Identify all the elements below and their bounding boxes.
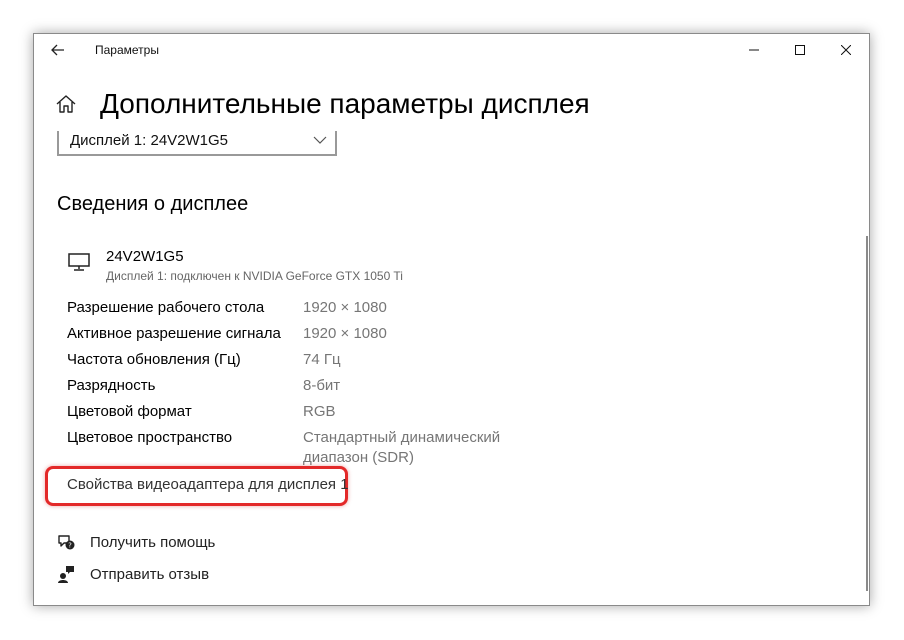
title-bar: Параметры <box>34 34 869 66</box>
close-icon <box>841 45 851 55</box>
info-value-bit-depth: 8-бит <box>303 377 341 394</box>
info-value-color-space-line1: Стандартный динамический <box>303 429 501 446</box>
page-title: Дополнительные параметры дисплея <box>100 88 590 119</box>
section-title: Сведения о дисплее <box>57 193 249 215</box>
home-button[interactable] <box>55 93 79 117</box>
display-select[interactable]: Дисплей 1: 24V2W1G5 <box>57 131 337 156</box>
home-icon <box>56 95 76 113</box>
info-value-desktop-resolution: 1920 × 1080 <box>303 299 387 316</box>
get-help-link[interactable]: ? Получить помощь <box>56 531 215 553</box>
close-button[interactable] <box>823 34 869 66</box>
svg-text:?: ? <box>68 542 72 550</box>
maximize-button[interactable] <box>777 34 823 66</box>
info-label-bit-depth: Разрядность <box>67 377 156 394</box>
maximize-icon <box>795 45 805 55</box>
info-label-color-format: Цветовой формат <box>67 403 192 420</box>
minimize-icon <box>749 49 759 51</box>
info-value-signal-resolution: 1920 × 1080 <box>303 325 387 342</box>
info-value-color-space-line2: диапазон (SDR) <box>303 449 414 466</box>
info-value-color-space: Стандартный динамический диапазон (SDR) <box>303 428 500 468</box>
monitor-name: 24V2W1G5 <box>106 248 184 265</box>
info-label-signal-resolution: Активное разрешение сигнала <box>67 325 281 342</box>
help-chat-icon: ? <box>56 532 76 552</box>
display-select-value: Дисплей 1: 24V2W1G5 <box>70 132 229 149</box>
adapter-properties-link[interactable]: Свойства видеоадаптера для дисплея 1 <box>67 476 349 493</box>
info-label-refresh-rate: Частота обновления (Гц) <box>67 351 241 368</box>
send-feedback-link[interactable]: Отправить отзыв <box>56 563 209 585</box>
monitor-connection: Дисплей 1: подключен к NVIDIA GeForce GT… <box>106 269 403 283</box>
chevron-down-icon <box>313 136 327 144</box>
back-arrow-icon <box>51 44 64 56</box>
info-label-color-space: Цветовое пространство <box>67 429 233 446</box>
info-value-color-format: RGB <box>303 403 336 420</box>
feedback-icon <box>56 564 76 584</box>
minimize-button[interactable] <box>731 34 777 66</box>
settings-window: Параметры Дополнительные параметры диспл… <box>33 33 870 606</box>
info-value-refresh-rate: 74 Гц <box>303 351 341 368</box>
get-help-label: Получить помощь <box>90 533 216 551</box>
back-button[interactable] <box>46 38 70 62</box>
monitor-icon <box>68 253 90 271</box>
info-label-desktop-resolution: Разрешение рабочего стола <box>67 299 265 316</box>
scrollbar[interactable] <box>866 236 868 591</box>
window-title: Параметры <box>95 43 159 57</box>
send-feedback-label: Отправить отзыв <box>90 565 210 583</box>
